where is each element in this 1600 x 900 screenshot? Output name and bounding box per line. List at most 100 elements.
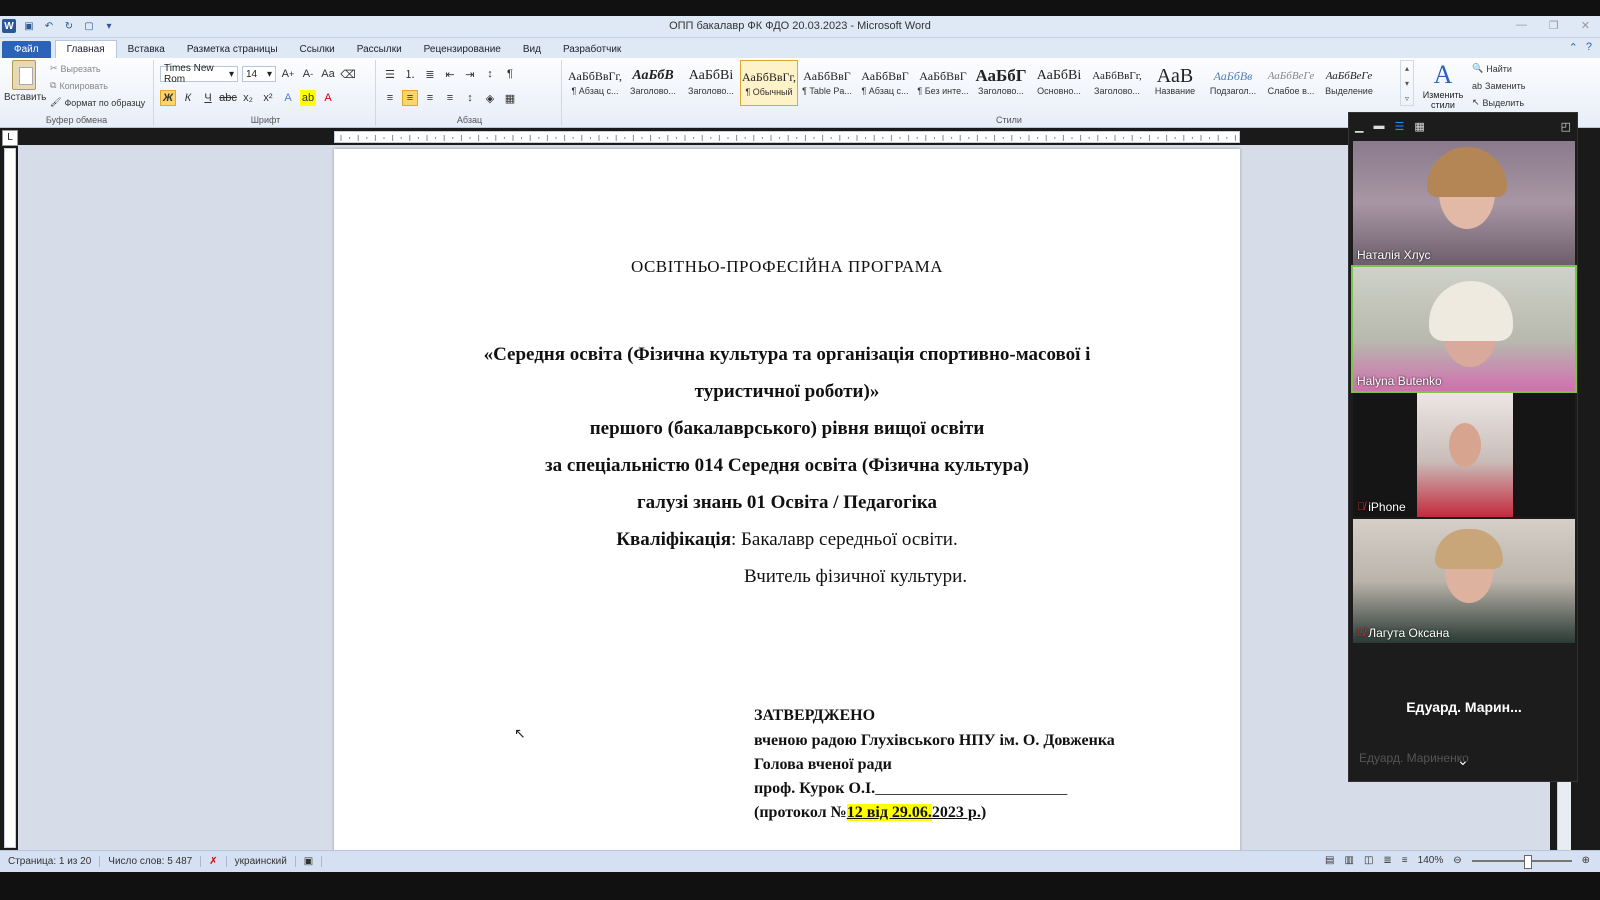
clear-format-icon[interactable]: ⌫ (340, 66, 356, 82)
font-family-select[interactable]: Times New Rom ▾ (160, 63, 238, 85)
tab-view[interactable]: Вид (512, 41, 552, 58)
font-color-icon[interactable]: A (320, 90, 336, 106)
multilevel-list-icon[interactable]: ≣ (422, 66, 438, 82)
style-item[interactable]: АаБбВі Заголово... (682, 60, 740, 106)
page-count[interactable]: Страница: 1 из 20 (0, 856, 101, 867)
borders-icon[interactable]: ▦ (502, 90, 518, 106)
tab-insert[interactable]: Вставка (117, 41, 176, 58)
grow-font-icon[interactable]: A + (280, 66, 296, 82)
numbering-icon[interactable]: ⒈ (402, 66, 418, 82)
participant-tile[interactable]: 🎙̸ Лагута Оксана (1353, 519, 1575, 643)
tab-selector[interactable]: L (2, 130, 18, 146)
style-item[interactable]: АаБбВвГг, ¶ Абзац с... (566, 60, 624, 106)
style-item[interactable]: АаБбВвГ ¶ Абзац с... (856, 60, 914, 106)
tab-references[interactable]: Ссылки (289, 41, 346, 58)
line-spacing-icon[interactable]: ↕ (462, 90, 478, 106)
participant-tile[interactable]: 🎙̸ iPhone (1353, 393, 1575, 517)
style-item-normal[interactable]: АаБбВвГг, ¶ Обычный (740, 60, 798, 106)
subscript-button[interactable]: x₂ (240, 90, 256, 106)
format-painter-button[interactable]: 🖌 Формат по образцу (50, 94, 145, 111)
pilcrow-icon[interactable]: ¶ (502, 66, 518, 82)
style-item[interactable]: АаБбВвГг, Заголово... (1088, 60, 1146, 106)
view-outline-icon[interactable]: ≣ (1383, 855, 1391, 866)
bullets-icon[interactable]: ☰ (382, 66, 398, 82)
mouse-cursor-icon: ↖ (514, 725, 526, 741)
decrease-indent-icon[interactable]: ⇤ (442, 66, 458, 82)
style-item[interactable]: АаБбГ Заголово... (972, 60, 1030, 106)
view-print-layout-icon[interactable]: ▤ (1325, 855, 1334, 866)
styles-scroll[interactable]: ▴ ▾ ▿ (1400, 60, 1414, 106)
increase-indent-icon[interactable]: ⇥ (462, 66, 478, 82)
app-window: W ▣ ↶ ↻ ▢ ▾ ОПП бакалавр ФК ФДО 20.03.20… (0, 0, 1600, 900)
participant-tile[interactable]: Наталія Хлус (1353, 141, 1575, 265)
tab-page-layout[interactable]: Разметка страницы (176, 41, 289, 58)
participant-tile-no-video[interactable]: Едуард. Марин... Едуард. Мариненко ⌄ (1353, 645, 1575, 769)
underline-button[interactable]: Ч (200, 90, 216, 106)
sort-icon[interactable]: ↕ (482, 66, 498, 82)
view-draft-icon[interactable]: ≡ (1402, 855, 1408, 866)
zoom-slider[interactable] (1471, 854, 1572, 869)
style-item[interactable]: АаВ Название (1146, 60, 1204, 106)
tab-developer[interactable]: Разработчик (552, 41, 632, 58)
speaker-view-icon[interactable]: ▬ (1373, 120, 1384, 132)
text-effects-icon[interactable]: A (280, 90, 296, 106)
minimize-panel-icon[interactable]: ▁ (1355, 120, 1363, 133)
help-icon[interactable]: ? (1586, 41, 1592, 54)
style-item[interactable]: АаБбВеГе Выделение (1320, 60, 1378, 106)
style-item[interactable]: АаБбВвГ ¶ Table Pa... (798, 60, 856, 106)
replace-button[interactable]: ab Заменить (1472, 77, 1525, 94)
align-left-icon[interactable]: ≡ (382, 90, 398, 106)
tab-mailings[interactable]: Рассылки (346, 41, 413, 58)
superscript-button[interactable]: x² (260, 90, 276, 106)
strikethrough-button[interactable]: abc (219, 90, 237, 106)
style-item[interactable]: АаБбВв Подзагол... (1204, 60, 1262, 106)
strip-view-icon[interactable]: ☰ (1394, 120, 1404, 133)
shrink-font-icon[interactable]: A- (300, 66, 316, 82)
paste-button[interactable]: Вставить (4, 60, 46, 103)
view-web-icon[interactable]: ◫ (1364, 855, 1373, 866)
word-count[interactable]: Число слов: 5 487 (100, 856, 202, 867)
macro-record-icon[interactable]: ▣ (296, 856, 323, 867)
gallery-view-icon[interactable]: ▦ (1414, 120, 1424, 133)
style-item[interactable]: АаБбВі Основно... (1030, 60, 1088, 106)
copy-button[interactable]: ⧉ Копировать (50, 77, 145, 94)
tab-file[interactable]: Файл (2, 41, 51, 58)
justify-icon[interactable]: ≡ (442, 90, 458, 106)
horizontal-ruler[interactable] (334, 131, 1245, 143)
document-page[interactable]: ОСВІТНЬО-ПРОФЕСІЙНА ПРОГРАМА «Середня ос… (334, 149, 1240, 850)
align-right-icon[interactable]: ≡ (422, 90, 438, 106)
zoom-in-icon[interactable]: ⊕ (1582, 855, 1590, 866)
view-reading-icon[interactable]: ▥ (1345, 855, 1354, 866)
bold-button[interactable]: Ж (160, 90, 176, 106)
styles-group-label: Стили (996, 115, 1022, 125)
zoom-out-icon[interactable]: ⊖ (1453, 855, 1461, 866)
highlight-icon[interactable]: ab (300, 90, 316, 106)
participant-tile-active-speaker[interactable]: Halyna Butenko (1351, 265, 1577, 393)
chevron-down-icon[interactable]: ⌄ (1457, 752, 1469, 769)
language-indicator[interactable]: украинский (227, 856, 296, 867)
style-item[interactable]: АаБбВвГ ¶ Без инте... (914, 60, 972, 106)
vertical-ruler[interactable] (4, 148, 16, 848)
brush-icon: 🖌 (50, 97, 62, 107)
change-case-icon[interactable]: Aa (320, 66, 336, 82)
font-size-select[interactable]: 14 ▾ (242, 66, 276, 82)
zoom-level[interactable]: 140% (1418, 855, 1444, 866)
tab-review[interactable]: Рецензирование (413, 41, 512, 58)
cut-button[interactable]: ✂ Вырезать (50, 60, 145, 77)
minimize-icon[interactable]: — (1516, 19, 1527, 32)
align-center-icon[interactable]: ≡ (402, 90, 418, 106)
style-item[interactable]: АаБбВ Заголово... (624, 60, 682, 106)
style-item[interactable]: АаБбВеГе Слабое в... (1262, 60, 1320, 106)
find-button[interactable]: 🔍 Найти (1472, 60, 1525, 77)
change-styles-button[interactable]: A Изменить стили (1416, 60, 1470, 110)
restore-icon[interactable]: ❐ (1549, 19, 1559, 32)
pin-panel-icon[interactable]: ◰ (1561, 120, 1571, 133)
spellcheck-icon[interactable]: ✗ (201, 856, 227, 867)
close-icon[interactable]: ✕ (1581, 19, 1590, 32)
select-button[interactable]: ↖ Выделить (1472, 94, 1525, 111)
tab-home[interactable]: Главная (54, 40, 117, 58)
italic-button[interactable]: К (180, 90, 196, 106)
shading-icon[interactable]: ◈ (482, 90, 498, 106)
collapse-ribbon-icon[interactable]: ⌃ (1569, 41, 1578, 54)
font-group: Times New Rom ▾ 14 ▾ A + A- Aa ⌫ Ж К Ч abc … (156, 60, 376, 126)
